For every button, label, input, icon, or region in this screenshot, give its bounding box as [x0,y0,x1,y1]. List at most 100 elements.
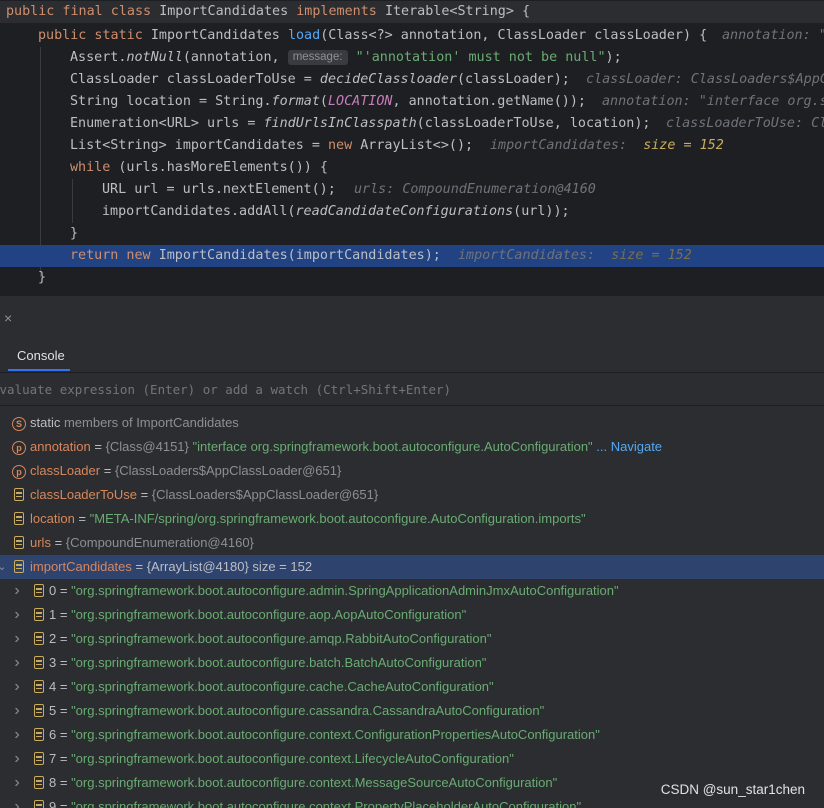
code-text: String location = String.format(LOCATION… [70,91,586,113]
code-line[interactable]: } [0,223,824,245]
chevron-right-icon[interactable]: › [12,651,22,675]
variables-tree[interactable]: Sstatic members of ImportCandidates p anno… [0,406,824,808]
tab-console[interactable]: Console [0,340,824,373]
code-line[interactable]: String location = String.format(LOCATION… [0,91,824,113]
list-item-value: "org.springframework.boot.autoconfigure.… [71,583,619,598]
code-line[interactable]: Assert.notNull(annotation, message: "'an… [0,47,824,69]
list-item[interactable]: › 1 = "org.springframework.boot.autoconfi… [0,603,824,627]
code-token: List<String> importCandidates = [70,138,328,153]
code-line[interactable]: importCandidates.addAll(readCandidateCon… [0,201,824,223]
list-item[interactable]: › 6 = "org.springframework.boot.autoconfi… [0,723,824,747]
variable-row[interactable]: p classLoader = {ClassLoaders$AppClassLoa… [0,459,824,483]
inline-debug-value: urls: CompoundEnumeration@4160 [354,179,596,201]
evaluate-expression-bar[interactable] [0,373,824,406]
inline-debug-label: classLoaderToUse: ClassLoaders$AppClassL… [666,116,824,131]
list-item-index: 2 [49,631,57,646]
list-item-value: "org.springframework.boot.autoconfigure.… [71,679,494,694]
code-token: URL url = urls.nextElement(); [102,182,336,197]
variable-row[interactable]: urls = {CompoundEnumeration@4160} [0,531,824,555]
variable-size: size = 152 [248,559,313,574]
field-icon [34,776,44,789]
static-icon: S [12,417,26,431]
list-item-index: 4 [49,679,57,694]
navigate-link[interactable]: ... Navigate [593,439,662,454]
variable-ref: {Class@4151} [105,439,193,454]
code-token: new [327,138,361,153]
list-item-index: 0 [49,583,57,598]
chevron-right-icon[interactable]: › [12,771,22,795]
variable-equals: = [74,511,90,526]
chevron-right-icon[interactable]: › [12,795,22,808]
variable-row[interactable]: Sstatic members of ImportCandidates [0,411,824,435]
chevron-right-icon[interactable]: › [12,603,22,627]
list-item-text: 8 = "org.springframework.boot.autoconfig… [49,775,558,790]
code-token: (classLoader); [456,72,570,87]
inline-debug-value: classLoaderToUse: ClassLoaders$AppClassL… [666,113,824,135]
variable-ref: {CompoundEnumeration@4160} [65,535,254,550]
code-text: importCandidates.addAll(readCandidateCon… [102,201,570,223]
chevron-right-icon[interactable]: › [12,579,22,603]
debug-panel-header [0,296,824,340]
code-text: } [70,223,78,245]
inline-debug-value: classLoader: ClassLoaders$AppClassLoader… [586,69,824,91]
list-item-value: "org.springframework.boot.autoconfigure.… [71,607,467,622]
variable-row[interactable]: classLoaderToUse = {ClassLoaders$AppClas… [0,483,824,507]
variable-ref: {ClassLoaders$AppClassLoader@651} [114,463,342,478]
variable-equals: = [136,487,152,502]
list-item[interactable]: › 4 = "org.springframework.boot.autoconfi… [0,675,824,699]
variable-text: static members of ImportCandidates [30,411,239,435]
inline-debug-value: annotation: "interface org.springframewo… [602,91,824,113]
code-text: while (urls.hasMoreElements()) { [70,157,328,179]
code-line[interactable]: List<String> importCandidates = new Arra… [0,135,824,157]
code-line[interactable]: ClassLoader classLoaderToUse = decideCla… [0,69,824,91]
list-item-text: 5 = "org.springframework.boot.autoconfig… [49,703,545,718]
inline-debug-label: urls: CompoundEnumeration@4160 [354,182,596,197]
variable-equals: = [100,463,115,478]
chevron-right-icon[interactable]: › [12,675,22,699]
list-item-text: 1 = "org.springframework.boot.autoconfig… [49,607,467,622]
list-item-value: "org.springframework.boot.autoconfigure.… [71,703,545,718]
field-icon [14,536,24,549]
inline-debug-label: classLoader: ClassLoaders$AppClassLoader… [586,72,824,87]
list-item[interactable]: › 0 = "org.springframework.boot.autoconfi… [0,579,824,603]
list-item[interactable]: › 3 = "org.springframework.boot.autoconfi… [0,651,824,675]
field-icon [34,728,44,741]
list-item-index: 1 [49,607,57,622]
inline-debug-size: size = 152 [643,138,724,153]
chevron-right-icon[interactable]: › [12,747,22,771]
list-item[interactable]: › 2 = "org.springframework.boot.autoconfi… [0,627,824,651]
variable-ref: {ArrayList@4180} [146,559,249,574]
variable-row[interactable]: ⌄ importCandidates = {ArrayList@4180} siz… [0,555,824,579]
code-line[interactable]: Enumeration<URL> urls = findUrlsInClassp… [0,113,824,135]
field-icon [34,704,44,717]
list-item[interactable]: › 7 = "org.springframework.boot.autoconfi… [0,747,824,771]
code-line[interactable]: public final class ImportCandidates impl… [0,1,824,23]
watermark: CSDN @sun_star1chen [660,782,805,797]
chevron-right-icon[interactable]: › [12,723,22,747]
code-token: "'annotation' must not be null" [355,50,606,65]
field-icon [34,584,44,597]
variable-row[interactable]: location = "META-INF/spring/org.springfr… [0,507,824,531]
code-token: } [38,270,47,285]
expand-arrow-icon[interactable]: ⌄ [0,555,7,579]
code-line[interactable]: } [0,267,824,289]
parameter-icon: p [12,465,26,479]
close-icon[interactable]: × [4,311,16,325]
code-line[interactable]: public static ImportCandidates load(Clas… [0,25,824,47]
list-item-text: 0 = "org.springframework.boot.autoconfig… [49,583,619,598]
code-line[interactable]: return new ImportCandidates(importCandid… [0,245,824,267]
list-item[interactable]: › 5 = "org.springframework.boot.autoconfi… [0,699,824,723]
code-token: format [271,94,320,109]
code-token: (Class<?> annotation, ClassLoader classL… [320,28,708,43]
code-line[interactable]: URL url = urls.nextElement(); urls: Compo… [0,179,824,201]
code-line[interactable]: while (urls.hasMoreElements()) { [0,157,824,179]
chevron-right-icon[interactable]: › [12,699,22,723]
code-editor[interactable]: public final class ImportCandidates impl… [0,0,824,296]
code-token: (urls.hasMoreElements()) { [118,160,328,175]
code-token: ArrayList<>(); [360,138,474,153]
evaluate-expression-input[interactable] [0,379,820,399]
chevron-right-icon[interactable]: › [12,627,22,651]
variable-row[interactable]: p annotation = {Class@4151} "interface or… [0,435,824,459]
variable-text: annotation = {Class@4151} "interface org… [30,435,662,459]
code-token: readCandidateConfigurations [295,204,514,219]
